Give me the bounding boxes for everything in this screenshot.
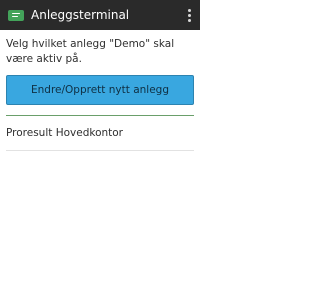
change-create-facility-button[interactable]: Endre/Opprett nytt anlegg bbox=[6, 75, 194, 105]
app-bar: Anleggsterminal bbox=[0, 0, 200, 30]
instruction-text: Velg hvilket anlegg "Demo" skal være akt… bbox=[6, 38, 175, 65]
facility-list: Proresult Hovedkontor bbox=[6, 116, 194, 151]
overflow-menu-dot bbox=[187, 18, 191, 22]
app-title: Anleggsterminal bbox=[31, 8, 130, 22]
main-content: Velg hvilket anlegg "Demo" skal være akt… bbox=[0, 30, 200, 151]
overflow-menu-icon[interactable] bbox=[184, 5, 194, 25]
overflow-menu-dot bbox=[187, 8, 191, 12]
overflow-menu-dot bbox=[187, 13, 191, 17]
facility-item[interactable]: Proresult Hovedkontor bbox=[6, 116, 194, 151]
terminal-card-icon bbox=[8, 9, 24, 21]
